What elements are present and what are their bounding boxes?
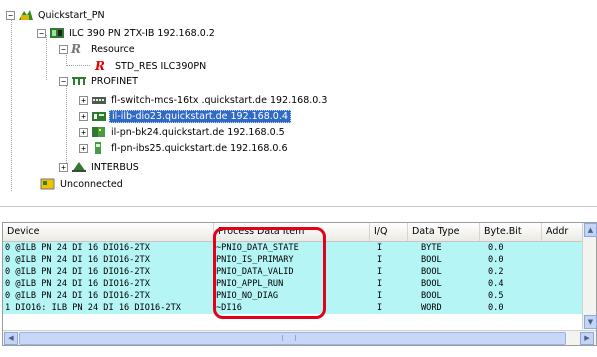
- tree-label-device: fl-switch-mcs-16tx .quickstart.de 192.16…: [111, 94, 328, 106]
- expand-icon[interactable]: +: [79, 127, 88, 137]
- cell-iq: I: [377, 291, 383, 301]
- cell-device: 0 @ILB PN 24 DI 16 DIO16-2TX: [5, 243, 150, 253]
- cell-iq: I: [377, 279, 383, 289]
- column-header-process-data-item[interactable]: Process Data Item: [214, 223, 370, 241]
- tree-node-device-selected[interactable]: + il-ilb-dio23.quickstart.de 192.168.0.4: [79, 109, 291, 123]
- expand-icon[interactable]: +: [79, 111, 88, 121]
- project-tree: − Quickstart_PN − ILC 390 PN 2TX-IB 192.…: [0, 0, 597, 207]
- cell-data-type: WORD: [421, 303, 442, 313]
- tree-node-device[interactable]: + fl-switch-mcs-16tx .quickstart.de 192.…: [79, 93, 329, 107]
- cell-iq: I: [377, 303, 383, 313]
- cell-device: 0 @ILB PN 24 DI 16 DIO16-2TX: [5, 279, 150, 289]
- tree-label-device: il-ilb-dio23.quickstart.de 192.168.0.4: [109, 109, 291, 123]
- collapse-icon[interactable]: −: [59, 76, 68, 86]
- cell-data-type: BOOL: [421, 291, 442, 301]
- tree-label-device: il-pn-bk24.quickstart.de 192.168.0.5: [111, 126, 285, 138]
- table-row[interactable]: 0 @ILB PN 24 DI 16 DIO16-2TX PNIO_DATA_V…: [3, 266, 583, 278]
- thumb-grip: [282, 335, 296, 341]
- scroll-right-icon[interactable]: ▶: [580, 332, 594, 345]
- table-row[interactable]: 0 @ILB PN 24 DI 16 DIO16-2TX ~PNIO_DATA_…: [3, 242, 583, 254]
- tree-label-controller: ILC 390 PN 2TX-IB 192.168.0.2: [69, 27, 215, 39]
- collapse-icon[interactable]: −: [37, 28, 46, 38]
- cell-process-data-item: PNIO_IS_PRIMARY: [216, 255, 294, 265]
- tree-node-device[interactable]: + fl-pn-ibs25.quickstart.de 192.168.0.6: [79, 141, 290, 155]
- tree-node-resource[interactable]: − R Resource: [59, 42, 137, 56]
- tree-node-controller[interactable]: − ILC 390 PN 2TX-IB 192.168.0.2: [37, 26, 217, 40]
- resource-icon: R: [71, 42, 81, 56]
- tree-label-root: Quickstart_PN: [38, 9, 105, 21]
- tree-node-unconnected[interactable]: Unconnected: [40, 177, 125, 191]
- cell-process-data-item: PNIO_NO_DIAG: [216, 291, 279, 301]
- vertical-scrollbar[interactable]: ▲ ▼: [582, 223, 597, 329]
- tree-node-std-res[interactable]: R STD_RES ILC390PN: [95, 59, 208, 73]
- process-data-table: Device Process Data Item I/Q Data Type B…: [2, 222, 597, 346]
- column-header-addr[interactable]: Addr: [542, 223, 583, 241]
- proxy-icon: [91, 142, 105, 154]
- std-res-icon: R: [95, 59, 105, 73]
- io-module-icon: [91, 110, 106, 122]
- tree-label-resource: Resource: [91, 43, 135, 55]
- column-header-data-type[interactable]: Data Type: [408, 223, 480, 241]
- tree-label-device: fl-pn-ibs25.quickstart.de 192.168.0.6: [111, 142, 288, 154]
- switch-icon: [91, 94, 106, 106]
- scroll-left-icon[interactable]: ◀: [4, 332, 18, 345]
- bus-coupler-icon: [91, 126, 105, 138]
- cell-data-type: BOOL: [421, 267, 442, 277]
- cell-process-data-item: PNIO_DATA_VALID: [216, 267, 294, 277]
- cell-data-type: BOOL: [421, 279, 442, 289]
- scrollbar-thumb[interactable]: [19, 332, 566, 345]
- table-header: Device Process Data Item I/Q Data Type B…: [3, 223, 583, 242]
- table-row[interactable]: 0 @ILB PN 24 DI 16 DIO16-2TX PNIO_NO_DIA…: [3, 290, 583, 302]
- cell-device: 0 @ILB PN 24 DI 16 DIO16-2TX: [5, 267, 150, 277]
- collapse-icon[interactable]: −: [59, 44, 68, 54]
- cell-iq: I: [377, 267, 383, 277]
- cell-byte-bit: 0.0: [488, 255, 504, 265]
- column-header-device[interactable]: Device: [3, 223, 214, 241]
- cell-process-data-item: ~PNIO_DATA_STATE: [216, 243, 299, 253]
- expand-icon[interactable]: +: [59, 162, 68, 172]
- cell-byte-bit: 0.2: [488, 267, 504, 277]
- cell-byte-bit: 0.0: [488, 303, 504, 313]
- table-row[interactable]: 0 @ILB PN 24 DI 16 DIO16-2TX PNIO_IS_PRI…: [3, 254, 583, 266]
- tree-connector: [11, 19, 12, 191]
- tree-node-profinet[interactable]: − PROFINET: [59, 74, 140, 88]
- cell-byte-bit: 0.0: [488, 243, 504, 253]
- scroll-up-icon[interactable]: ▲: [584, 223, 597, 237]
- column-header-iq[interactable]: I/Q: [370, 223, 408, 241]
- tree-label-interbus: INTERBUS: [91, 161, 139, 173]
- interbus-icon: [71, 161, 86, 173]
- tree-connector: [46, 35, 47, 80]
- cell-device: 0 @ILB PN 24 DI 16 DIO16-2TX: [5, 255, 150, 265]
- cell-iq: I: [377, 243, 383, 253]
- tree-label-std-res: STD_RES ILC390PN: [115, 60, 207, 72]
- table-row[interactable]: 0 @ILB PN 24 DI 16 DIO16-2TX PNIO_APPL_R…: [3, 278, 583, 290]
- table-row[interactable]: 1 DIO16: ILB PN 24 DI 16 DIO16-2TX ~DI16…: [3, 302, 583, 314]
- tree-connector: [66, 81, 67, 171]
- project-icon: [18, 9, 33, 21]
- cell-byte-bit: 0.4: [488, 279, 504, 289]
- collapse-icon[interactable]: −: [6, 10, 15, 20]
- horizontal-scrollbar[interactable]: ◀ ▶: [3, 330, 596, 345]
- cell-data-type: BYTE: [421, 243, 442, 253]
- expand-icon[interactable]: +: [79, 143, 88, 153]
- profinet-bus-icon: [71, 75, 86, 87]
- tree-connector: [66, 65, 90, 66]
- cell-process-data-item: ~DI16: [216, 303, 242, 313]
- cell-data-type: BOOL: [421, 255, 442, 265]
- tree-label-profinet: PROFINET: [91, 75, 138, 87]
- controller-icon: [49, 27, 64, 39]
- cell-device: 1 DIO16: ILB PN 24 DI 16 DIO16-2TX: [5, 303, 181, 313]
- tree-node-device[interactable]: + il-pn-bk24.quickstart.de 192.168.0.5: [79, 125, 287, 139]
- tree-label-unconnected: Unconnected: [60, 178, 123, 190]
- expand-icon[interactable]: +: [79, 95, 88, 105]
- tree-node-root[interactable]: − Quickstart_PN: [6, 8, 107, 22]
- scroll-down-icon[interactable]: ▼: [584, 315, 597, 329]
- unconnected-icon: [40, 178, 55, 190]
- cell-byte-bit: 0.5: [488, 291, 504, 301]
- cell-device: 0 @ILB PN 24 DI 16 DIO16-2TX: [5, 291, 150, 301]
- tree-node-interbus[interactable]: + INTERBUS: [59, 160, 141, 174]
- column-header-byte-bit[interactable]: Byte.Bit: [480, 223, 542, 241]
- cell-iq: I: [377, 255, 383, 265]
- cell-process-data-item: PNIO_APPL_RUN: [216, 279, 284, 289]
